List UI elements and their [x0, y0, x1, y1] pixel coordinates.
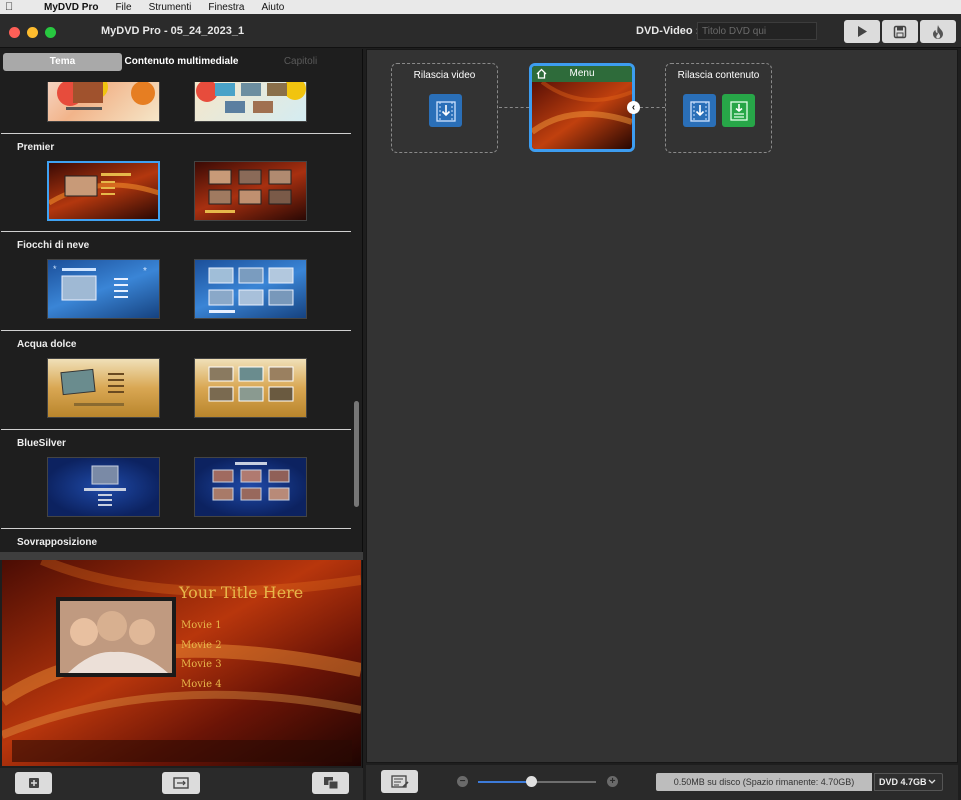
collapse-chevron-icon[interactable]: ‹ — [627, 101, 640, 114]
menu-strumenti[interactable]: Strumenti — [149, 2, 192, 13]
panel-tabs: Tema Contenuto multimediale Capitoli — [3, 53, 360, 71]
window-controls — [9, 27, 56, 38]
zoom-window-button[interactable] — [45, 27, 56, 38]
tab-contenuto-multimediale[interactable]: Contenuto multimediale — [122, 53, 241, 71]
preview-items: Movie 1 Movie 2 Movie 3 Movie 4 — [181, 616, 222, 694]
theme-group-name: BlueSilver — [17, 438, 66, 449]
replace-icon — [173, 777, 189, 789]
preview-item: Movie 4 — [181, 678, 222, 690]
drop-menu-tile[interactable] — [722, 94, 755, 127]
add-icon — [28, 778, 39, 788]
minimize-window-button[interactable] — [27, 27, 38, 38]
menu-node-label: Menu — [569, 68, 595, 79]
left-panel-toolbar — [0, 768, 363, 800]
drop-video-tile[interactable] — [429, 94, 462, 127]
svg-text:*: * — [143, 266, 147, 277]
preview-separator — [0, 552, 363, 560]
theme-group-name: Acqua dolce — [17, 339, 77, 350]
zoom-slider-fill — [478, 781, 532, 783]
drop-content-node[interactable]: Rilascia contenuto — [665, 63, 772, 153]
disk-usage-info: 0.50MB su disco (Spazio rimanente: 4.70G… — [656, 773, 872, 791]
theme-thumb-bluesilver-chapters[interactable] — [194, 457, 307, 517]
menu-node[interactable]: Menu — [529, 63, 635, 152]
disk-type-select[interactable]: DVD 4.7GB — [874, 773, 943, 791]
theme-group-fiocchi-di-neve: Fiocchi di neve * * — [1, 232, 351, 331]
home-icon — [536, 68, 547, 79]
node-label: Rilascia video — [413, 70, 476, 81]
connector-line — [499, 107, 529, 108]
zoom-slider-knob[interactable] — [526, 776, 538, 787]
theme-group-name: Sovrapposizione — [17, 537, 98, 548]
theme-group-acqua-dolce: Acqua dolce — [1, 331, 351, 430]
tab-tema[interactable]: Tema — [3, 53, 122, 71]
preview-item: Movie 2 — [181, 639, 222, 651]
drop-video-node[interactable]: Rilascia video — [391, 63, 498, 153]
theme-preview: Your Title Here Movie 1 Movie 2 Movie 3 … — [2, 560, 361, 766]
dvd-title-input[interactable] — [697, 22, 817, 40]
save-icon — [893, 25, 907, 38]
menu-canvas[interactable]: Rilascia video Menu ‹ Rilascia contenuto — [366, 49, 958, 763]
menu-file[interactable]: File — [115, 2, 131, 13]
preview-play-button[interactable] — [844, 20, 880, 43]
play-icon — [858, 26, 867, 37]
zoom-out-icon[interactable]: − — [457, 776, 468, 787]
theme-thumb-balloons-menu[interactable] — [47, 82, 160, 122]
duplicate-icon — [323, 777, 338, 790]
theme-thumb-snow-menu[interactable]: * * — [47, 259, 160, 319]
theme-group-balloons — [1, 82, 351, 134]
replace-button[interactable] — [162, 772, 200, 794]
preview-title: Your Title Here — [179, 583, 304, 602]
theme-list-scrollbar[interactable] — [354, 401, 359, 507]
duplicate-button[interactable] — [312, 772, 349, 794]
connector-line — [640, 107, 665, 108]
film-download-icon — [435, 100, 456, 122]
menu-download-icon — [729, 100, 748, 121]
menu-app-name[interactable]: MyDVD Pro — [44, 2, 98, 13]
menu-finestra[interactable]: Finestra — [208, 2, 244, 13]
menu-thumbnail — [532, 82, 632, 149]
edit-list-icon — [390, 774, 409, 788]
drop-video-tile[interactable] — [683, 94, 716, 127]
menu-node-header: Menu — [532, 66, 632, 82]
preview-item: Movie 1 — [181, 620, 222, 631]
theme-thumb-sand-menu[interactable] — [47, 358, 160, 418]
svg-text:*: * — [53, 264, 57, 274]
theme-thumb-snow-chapters[interactable] — [194, 259, 307, 319]
chevron-down-icon — [928, 779, 936, 784]
theme-list: Premier Fiocchi di neve ** Acqua dolce — [0, 82, 352, 552]
close-window-button[interactable] — [9, 27, 20, 38]
dvd-video-label: DVD-Video : — [636, 25, 700, 37]
theme-group-name: Premier — [17, 142, 55, 153]
theme-panel: Tema Contenuto multimediale Capitoli Pre… — [0, 49, 363, 800]
menu-aiuto[interactable]: Aiuto — [262, 2, 285, 13]
film-download-icon — [689, 100, 710, 122]
menu-properties-button[interactable] — [381, 770, 418, 793]
tab-capitoli: Capitoli — [283, 56, 318, 67]
burn-button[interactable] — [920, 20, 956, 43]
canvas-bottom-bar: − + 0.50MB su disco (Spazio rimanente: 4… — [366, 765, 958, 800]
add-button[interactable] — [15, 772, 52, 794]
theme-thumb-premier-menu[interactable] — [47, 161, 160, 221]
zoom-in-icon[interactable]: + — [607, 776, 618, 787]
theme-thumb-sand-chapters[interactable] — [194, 358, 307, 418]
window-titlebar: MyDVD Pro - 05_24_2023_1 DVD-Video : — [0, 14, 961, 48]
theme-thumb-balloons-chapters[interactable] — [194, 82, 307, 122]
system-menu-bar:  MyDVD Pro File Strumenti Finestra Aiut… — [0, 0, 961, 14]
theme-thumb-premier-chapters[interactable] — [194, 161, 307, 221]
preview-item: Movie 3 — [181, 659, 222, 671]
theme-thumb-bluesilver-menu[interactable] — [47, 457, 160, 517]
apple-icon[interactable]:  — [5, 1, 21, 13]
zoom-slider[interactable] — [478, 776, 596, 787]
node-label: Rilascia contenuto — [677, 70, 760, 81]
save-button[interactable] — [882, 20, 918, 43]
disk-type-value: DVD 4.7GB — [879, 777, 927, 787]
theme-group-name: Fiocchi di neve — [17, 240, 90, 251]
theme-group-sovrapposizione: Sovrapposizione — [1, 529, 351, 552]
burn-icon — [933, 24, 943, 39]
theme-group-bluesilver: BlueSilver — [1, 430, 351, 529]
window-title: MyDVD Pro - 05_24_2023_1 — [101, 25, 245, 37]
theme-group-premier: Premier — [1, 134, 351, 232]
